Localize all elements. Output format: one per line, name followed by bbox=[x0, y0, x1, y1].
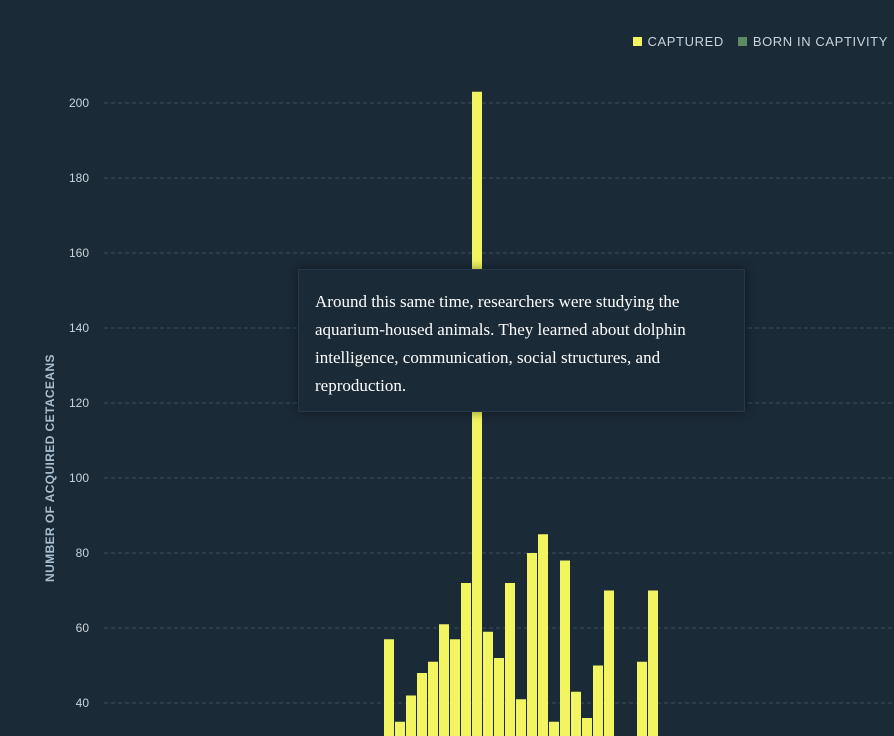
bar-captured[interactable] bbox=[384, 639, 394, 736]
bar-captured[interactable] bbox=[637, 661, 647, 736]
tooltip-text: Around this same time, researchers were … bbox=[315, 292, 686, 395]
legend-born-label: BORN IN CAPTIVITY bbox=[752, 34, 888, 49]
y-tick-label: 160 bbox=[69, 246, 89, 260]
bar-captured[interactable] bbox=[604, 590, 614, 736]
legend-captured-label: CAPTURED bbox=[647, 34, 724, 49]
bar-captured[interactable] bbox=[395, 721, 405, 736]
captured-swatch bbox=[632, 37, 642, 46]
chart-legend: CAPTURED BORN IN CAPTIVITY bbox=[632, 34, 888, 49]
y-tick-label: 40 bbox=[76, 696, 90, 710]
bar-captured[interactable] bbox=[648, 590, 658, 736]
bar-captured[interactable] bbox=[450, 639, 460, 736]
bar-captured[interactable] bbox=[505, 583, 515, 736]
bar-captured[interactable] bbox=[461, 583, 471, 736]
y-tick-label: 80 bbox=[76, 546, 90, 560]
bar-captured[interactable] bbox=[538, 534, 548, 736]
bar-captured[interactable] bbox=[571, 691, 581, 736]
born-in-captivity-swatch bbox=[737, 37, 747, 46]
bar-captured[interactable] bbox=[527, 553, 537, 736]
bar-captured[interactable] bbox=[428, 661, 438, 736]
y-tick-label: 100 bbox=[69, 471, 89, 485]
bar-captured[interactable] bbox=[483, 631, 493, 736]
bar-captured[interactable] bbox=[439, 624, 449, 736]
y-tick-label: 200 bbox=[69, 96, 89, 110]
legend-captured[interactable]: CAPTURED bbox=[632, 34, 724, 49]
annotation-tooltip: Around this same time, researchers were … bbox=[298, 269, 745, 412]
y-tick-label: 60 bbox=[76, 621, 90, 635]
legend-born-in-captivity[interactable]: BORN IN CAPTIVITY bbox=[737, 34, 888, 49]
bar-captured[interactable] bbox=[549, 721, 559, 736]
bar-captured[interactable] bbox=[593, 665, 603, 736]
y-axis-label: NUMBER OF ACQUIRED CETACEANS bbox=[43, 354, 57, 582]
bars bbox=[384, 91, 658, 736]
y-tick-label: 180 bbox=[69, 171, 89, 185]
bar-captured[interactable] bbox=[582, 718, 592, 736]
y-tick-label: 140 bbox=[69, 321, 89, 335]
y-tick-label: 120 bbox=[69, 396, 89, 410]
bar-captured[interactable] bbox=[472, 91, 482, 736]
bar-captured[interactable] bbox=[494, 658, 504, 736]
bar-captured[interactable] bbox=[406, 695, 416, 736]
bar-captured[interactable] bbox=[417, 673, 427, 736]
bar-captured[interactable] bbox=[516, 699, 526, 736]
bar-captured[interactable] bbox=[560, 560, 570, 736]
